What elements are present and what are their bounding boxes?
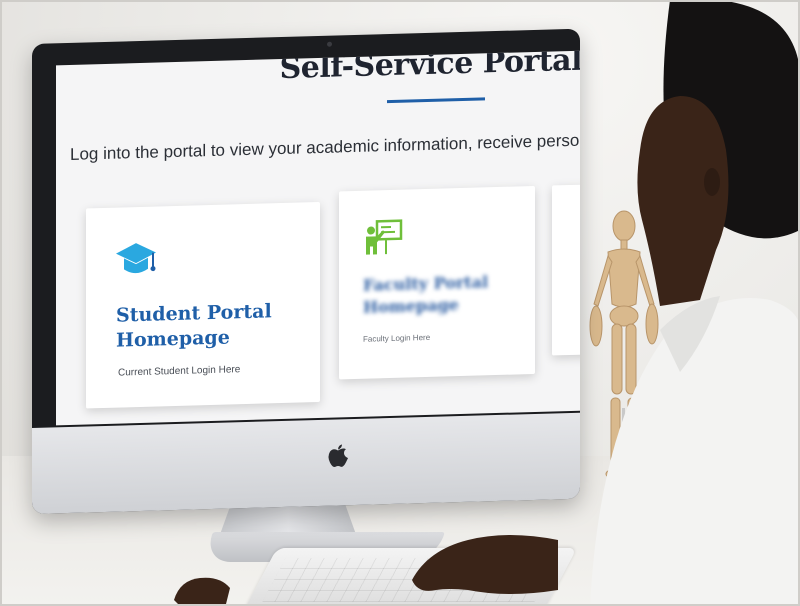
right-hand	[412, 535, 558, 594]
monitor-screen: Self-Service Portal Log into the portal …	[56, 50, 580, 426]
monitor-chin	[32, 412, 580, 514]
graduation-cap-icon	[114, 238, 158, 284]
faculty-portal-card[interactable]: Faculty Portal Homepage Faculty Login He…	[339, 185, 535, 380]
faculty-portal-title[interactable]: Faculty Portal Homepage	[363, 270, 543, 319]
title-underline	[387, 97, 485, 104]
photo-background: Self-Service Portal Log into the portal …	[0, 0, 800, 606]
intro-text: Log into the portal to view your academi…	[70, 130, 580, 164]
student-portal-subtitle: Current Student Login Here	[118, 364, 241, 379]
apple-logo-icon	[326, 441, 350, 470]
faculty-portal-subtitle: Faculty Login Here	[363, 332, 431, 344]
student-portal-title[interactable]: Student Portal Homepage	[116, 299, 296, 354]
left-hand	[174, 577, 230, 604]
webcam-dot	[327, 41, 332, 47]
person-at-computer	[590, 0, 800, 606]
teacher-board-icon	[363, 218, 403, 264]
monitor-bezel: Self-Service Portal Log into the portal …	[32, 28, 580, 515]
student-portal-card[interactable]: Student Portal Homepage Current Student …	[86, 201, 320, 409]
